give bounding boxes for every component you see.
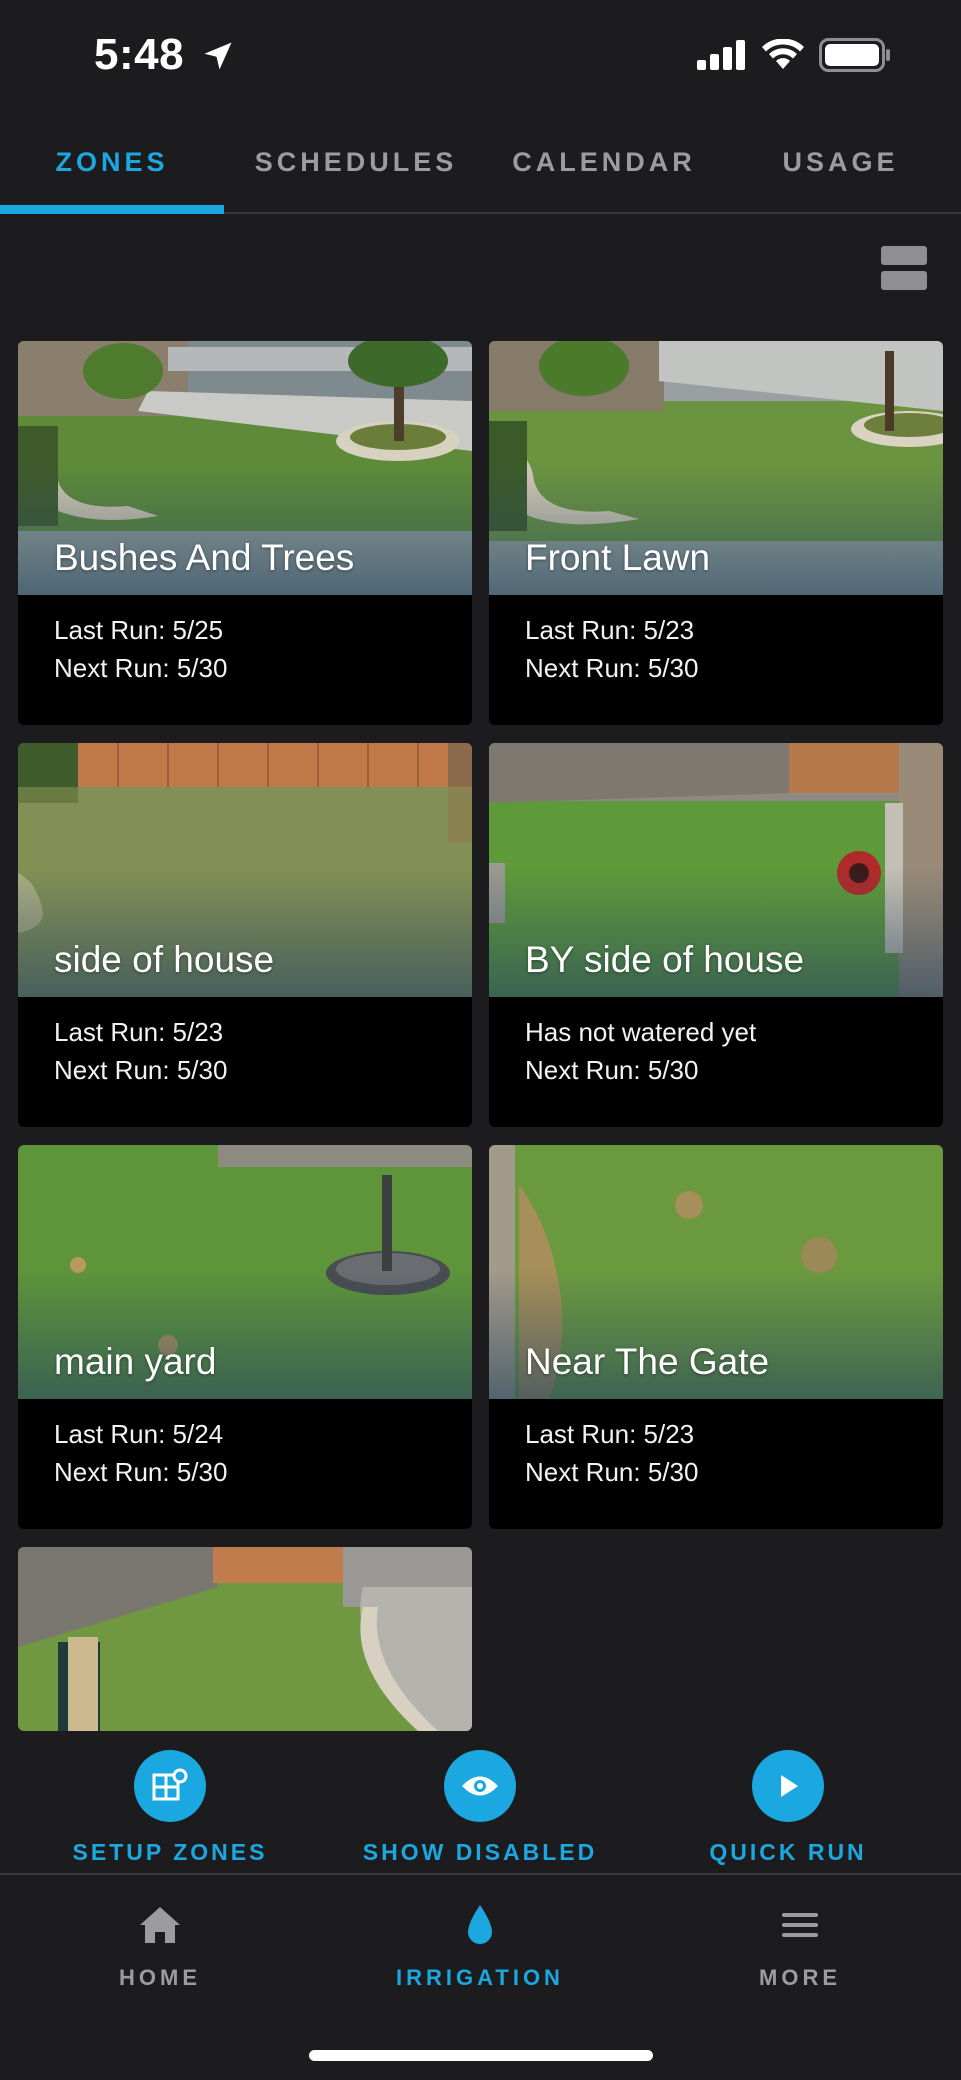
location-arrow-icon (204, 42, 232, 70)
zone-next-run: Next Run: 5/30 (54, 1055, 228, 1085)
active-tab-indicator (0, 205, 224, 214)
nav-home-label: HOME (119, 1965, 201, 1990)
zone-card-main-yard[interactable]: main yard Last Run: 5/24 Next Run: 5/30 (18, 1145, 472, 1529)
zone-name: side of house (54, 939, 275, 980)
zone-name: Bushes And Trees (54, 537, 355, 578)
wifi-icon (762, 39, 804, 69)
home-indicator (309, 2050, 653, 2061)
menu-icon (782, 1913, 818, 1937)
zone-name: main yard (54, 1341, 217, 1382)
water-drop-icon (468, 1905, 492, 1944)
irrigation-screen: 5:48 ZONES SCHEDULES CALENDAR USAGE Bush… (0, 0, 961, 2080)
nav-more[interactable]: MORE (680, 1877, 920, 2007)
nav-irrigation[interactable]: IRRIGATION (360, 1877, 600, 2007)
nav-home[interactable]: HOME (40, 1877, 280, 2007)
setup-zones-label: SETUP ZONES (72, 1839, 268, 1865)
quick-run-label: QUICK RUN (709, 1839, 867, 1865)
zone-last-run: Last Run: 5/23 (54, 1017, 224, 1047)
status-bar: 5:48 (0, 0, 961, 110)
show-disabled-button[interactable]: SHOW DISABLED (330, 1731, 630, 1875)
zone-card-near-the-gate[interactable]: Near The Gate Last Run: 5/23 Next Run: 5… (489, 1145, 943, 1529)
zone-next-run: Next Run: 5/30 (525, 1055, 699, 1085)
play-icon (752, 1750, 824, 1822)
zone-card-side-of-house[interactable]: side of house Last Run: 5/23 Next Run: 5… (18, 743, 472, 1127)
zone-next-run: Next Run: 5/30 (54, 1457, 228, 1487)
tab-zones[interactable]: ZONES (0, 110, 224, 214)
zone-card-partial[interactable] (18, 1547, 472, 1731)
zone-next-run: Next Run: 5/30 (525, 1457, 699, 1487)
eye-icon (444, 1750, 516, 1822)
status-time: 5:48 (94, 30, 185, 79)
zone-last-run: Last Run: 5/23 (525, 1419, 695, 1449)
show-disabled-label: SHOW DISABLED (362, 1839, 598, 1865)
zone-next-run: Next Run: 5/30 (525, 653, 699, 683)
zone-photo (18, 1547, 472, 1731)
setup-zones-button[interactable]: SETUP ZONES (20, 1731, 320, 1875)
status-indicators (697, 38, 891, 72)
nav-irrigation-label: IRRIGATION (396, 1965, 564, 1990)
signal-icon (697, 40, 745, 70)
zone-name: Near The Gate (525, 1341, 770, 1382)
zone-card-front-lawn[interactable]: Front Lawn Last Run: 5/23 Next Run: 5/30 (489, 341, 943, 725)
tab-calendar[interactable]: CALENDAR (488, 110, 720, 214)
zone-card-by-side-of-house[interactable]: BY side of house Has not watered yet Nex… (489, 743, 943, 1127)
tab-schedules[interactable]: SCHEDULES (224, 110, 488, 214)
zone-last-run: Last Run: 5/25 (54, 615, 224, 645)
quick-run-button[interactable]: QUICK RUN (638, 1731, 938, 1875)
top-tab-bar: ZONES SCHEDULES CALENDAR USAGE (0, 110, 961, 214)
view-toggle-icon[interactable] (881, 246, 927, 290)
zone-card-bushes-and-trees[interactable]: Bushes And Trees Last Run: 5/25 Next Run… (18, 341, 472, 725)
zone-last-run: Last Run: 5/24 (54, 1419, 224, 1449)
zone-name: Front Lawn (525, 537, 711, 578)
zone-action-bar: SETUP ZONES SHOW DISABLED QUICK RUN (0, 1731, 961, 1875)
tab-usage[interactable]: USAGE (720, 110, 961, 214)
zones-grid: Bushes And Trees Last Run: 5/25 Next Run… (18, 341, 943, 1731)
battery-icon (819, 38, 890, 72)
setup-zones-icon (134, 1750, 206, 1822)
zone-status: Has not watered yet (525, 1017, 757, 1047)
home-icon (140, 1907, 180, 1943)
zone-name: BY side of house (525, 939, 805, 980)
nav-more-label: MORE (759, 1965, 841, 1990)
zone-last-run: Last Run: 5/23 (525, 615, 695, 645)
zone-next-run: Next Run: 5/30 (54, 653, 228, 683)
